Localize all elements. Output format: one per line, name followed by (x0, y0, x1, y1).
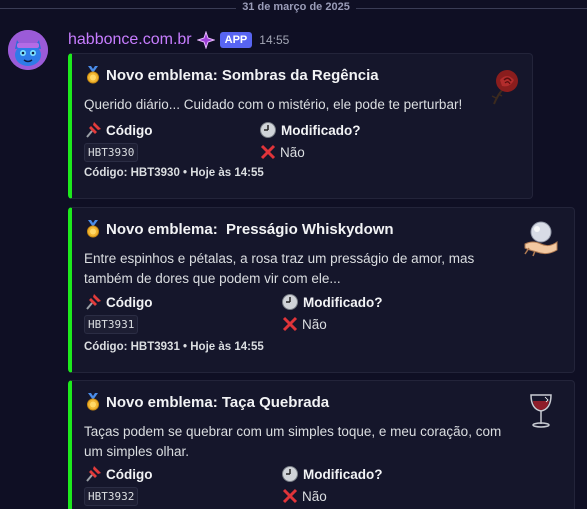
pushpin-icon (86, 122, 101, 138)
cross-mark-icon (260, 144, 276, 160)
field-modified: Modificado? Não (259, 121, 361, 161)
field-code-label: Código (106, 294, 153, 310)
field-code: Código HBT3931 (84, 293, 153, 334)
code-value[interactable]: HBT3931 (84, 315, 139, 334)
message-header: habbonce.com.br APP 14:55 (68, 30, 289, 50)
field-modified: Modificado? Não (281, 293, 383, 333)
field-code: Código HBT3930 (84, 121, 153, 162)
wine-glass-icon (530, 394, 552, 428)
field-code-label: Código (106, 122, 153, 138)
embed-title: Novo emblema: Sombras da Regência (84, 66, 379, 84)
medal-icon (87, 66, 99, 84)
date-divider: 31 de março de 2025 (0, 0, 587, 16)
embed-title-text: Novo emblema: Taça Quebrada (106, 393, 330, 411)
crystal-ball-hand-icon (524, 221, 558, 257)
avatar[interactable] (8, 30, 48, 70)
field-modified-label: Modificado? (303, 466, 383, 482)
username[interactable]: habbonce.com.br (68, 31, 192, 49)
divider-line-right (356, 8, 587, 9)
timestamp: 14:55 (259, 33, 290, 47)
embed-title-text: Novo emblema: Presságio Whiskydown (106, 220, 394, 238)
date-divider-text: 31 de março de 2025 (242, 1, 350, 13)
code-value[interactable]: HBT3932 (84, 487, 139, 506)
clock-icon (260, 122, 276, 138)
field-modified: Modificado? Não (281, 465, 383, 505)
field-code-label: Código (106, 466, 153, 482)
cross-mark-icon (282, 488, 298, 504)
embed-card: Novo emblema: Sombras da Regência Querid… (68, 53, 533, 199)
embed-title: Novo emblema: Presságio Whiskydown (84, 220, 394, 238)
rose-icon (491, 70, 518, 105)
modified-value: Não (302, 316, 327, 332)
clock-icon (282, 294, 298, 310)
field-code: Código HBT3932 (84, 465, 153, 506)
embed-footer: Código: HBT3931 • Hoje às 14:55 (84, 341, 264, 353)
field-modified-label: Modificado? (303, 294, 383, 310)
embed-description: Taças podem se quebrar com um simples to… (84, 424, 502, 459)
embed-card: Novo emblema: Presságio Whiskydown Entre… (68, 207, 575, 373)
modified-value: Não (302, 488, 327, 504)
divider-line-left (0, 8, 236, 9)
embed-description: Entre espinhos e pétalas, a rosa traz um… (84, 251, 475, 286)
pushpin-icon (86, 294, 101, 310)
embed-title: Novo emblema: Taça Quebrada (84, 393, 329, 411)
code-value[interactable]: HBT3930 (84, 143, 139, 162)
modified-value: Não (280, 144, 305, 160)
app-badge: APP (219, 32, 253, 48)
embed-description: Querido diário... Cuidado com o mistério… (84, 97, 463, 112)
embed-footer: Código: HBT3930 • Hoje às 14:55 (84, 167, 264, 179)
embed-card: Novo emblema: Taça Quebrada Taças podem … (68, 380, 575, 509)
cat-avatar-icon (8, 30, 48, 70)
pushpin-icon (86, 466, 101, 482)
medal-icon (87, 393, 99, 411)
embed-title-text: Novo emblema: Sombras da Regência (106, 66, 379, 84)
sparkle-icon (196, 31, 215, 49)
cross-mark-icon (282, 316, 298, 332)
field-modified-label: Modificado? (281, 122, 361, 138)
clock-icon (282, 466, 298, 482)
medal-icon (87, 220, 99, 238)
